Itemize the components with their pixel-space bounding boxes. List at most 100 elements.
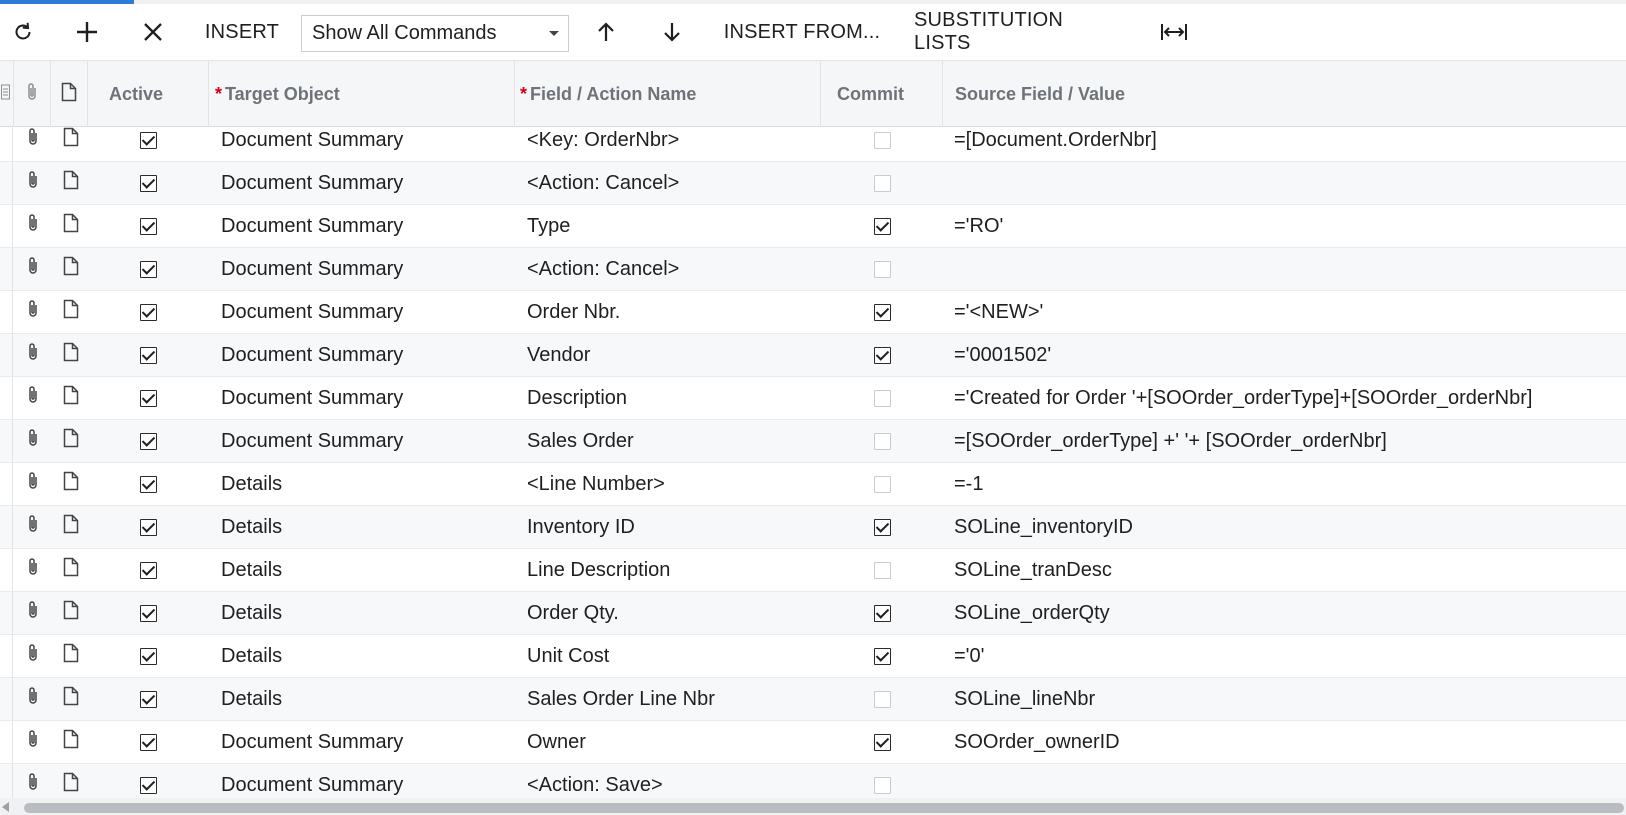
table-row[interactable]: Document Summary Owner SOOrder_ownerID	[0, 721, 1626, 764]
table-row[interactable]: Details Unit Cost ='0'	[0, 635, 1626, 678]
horizontal-scrollbar[interactable]	[0, 798, 1626, 815]
field-action-cell[interactable]: Inventory ID	[527, 506, 817, 548]
notes-column-header[interactable]	[51, 61, 87, 127]
source-value-cell[interactable]: SOLine_inventoryID	[954, 506, 1614, 548]
table-row[interactable]: Details Order Qty. SOLine_orderQty	[0, 592, 1626, 635]
attach-file-button[interactable]	[20, 334, 46, 376]
field-action-cell[interactable]: Owner	[527, 721, 817, 763]
field-action-cell[interactable]: <Action: Cancel>	[527, 162, 817, 204]
field-action-cell[interactable]: Order Nbr.	[527, 291, 817, 333]
source-value-cell[interactable]: SOLine_lineNbr	[954, 678, 1614, 720]
attach-file-button[interactable]	[20, 549, 46, 591]
target-object-cell[interactable]: Document Summary	[221, 162, 506, 204]
target-object-cell[interactable]: Document Summary	[221, 291, 506, 333]
attach-file-button[interactable]	[20, 377, 46, 419]
active-checkbox[interactable]	[138, 334, 158, 376]
attach-file-button[interactable]	[20, 678, 46, 720]
add-note-button[interactable]	[58, 127, 84, 161]
source-value-cell[interactable]: SOLine_orderQty	[954, 592, 1614, 634]
target-object-cell[interactable]: Details	[221, 635, 506, 677]
table-row[interactable]: Document Summary <Key: OrderNbr> =[Documen…	[0, 127, 1626, 162]
commit-checkbox[interactable]	[872, 764, 892, 798]
commit-checkbox[interactable]	[872, 162, 892, 204]
row-selector[interactable]	[0, 678, 13, 720]
add-note-button[interactable]	[58, 549, 84, 591]
field-action-cell[interactable]: <Action: Save>	[527, 764, 817, 798]
field-action-cell[interactable]: Sales Order	[527, 420, 817, 462]
row-selector[interactable]	[0, 764, 13, 798]
add-note-button[interactable]	[58, 678, 84, 720]
commit-checkbox[interactable]	[872, 463, 892, 505]
commit-checkbox[interactable]	[872, 248, 892, 290]
row-selector[interactable]	[0, 205, 13, 247]
refresh-button[interactable]	[6, 4, 40, 60]
row-selector[interactable]	[0, 248, 13, 290]
row-selector[interactable]	[0, 127, 13, 161]
source-value-cell[interactable]: =[Document.OrderNbr]	[954, 127, 1614, 161]
row-selector[interactable]	[0, 334, 13, 376]
add-note-button[interactable]	[58, 377, 84, 419]
field-action-cell[interactable]: Description	[527, 377, 817, 419]
active-checkbox[interactable]	[138, 420, 158, 462]
target-object-cell[interactable]: Document Summary	[221, 420, 506, 462]
commit-checkbox[interactable]	[872, 506, 892, 548]
add-note-button[interactable]	[58, 248, 84, 290]
row-selector[interactable]	[0, 463, 13, 505]
commit-checkbox[interactable]	[872, 205, 892, 247]
add-note-button[interactable]	[58, 721, 84, 763]
table-row[interactable]: Document Summary Sales Order =[SOOrder_ord…	[0, 420, 1626, 463]
attach-file-button[interactable]	[20, 764, 46, 798]
field-action-cell[interactable]: <Key: OrderNbr>	[527, 127, 817, 161]
move-down-button[interactable]	[656, 4, 688, 60]
source-value-cell[interactable]: =[SOOrder_orderType] +' '+ [SOOrder_orde…	[954, 420, 1614, 462]
attach-file-button[interactable]	[20, 721, 46, 763]
table-row[interactable]: Document Summary <Action: Save>	[0, 764, 1626, 798]
source-value-cell[interactable]: SOLine_tranDesc	[954, 549, 1614, 591]
add-note-button[interactable]	[58, 291, 84, 333]
commit-checkbox[interactable]	[872, 334, 892, 376]
add-note-button[interactable]	[58, 420, 84, 462]
add-row-button[interactable]	[70, 4, 104, 60]
table-row[interactable]: Document Summary Vendor ='0001502'	[0, 334, 1626, 377]
active-checkbox[interactable]	[138, 506, 158, 548]
attach-file-button[interactable]	[20, 635, 46, 677]
active-checkbox[interactable]	[138, 248, 158, 290]
field-action-column-header[interactable]: * Field / Action Name	[520, 61, 810, 127]
active-checkbox[interactable]	[138, 463, 158, 505]
target-object-cell[interactable]: Document Summary	[221, 721, 506, 763]
target-object-cell[interactable]: Details	[221, 592, 506, 634]
target-object-cell[interactable]: Details	[221, 506, 506, 548]
source-value-cell[interactable]: SOOrder_ownerID	[954, 721, 1614, 763]
row-selector[interactable]	[0, 506, 13, 548]
row-selector-header[interactable]	[0, 61, 12, 127]
table-row[interactable]: Document Summary Description ='Created for…	[0, 377, 1626, 420]
target-object-cell[interactable]: Document Summary	[221, 377, 506, 419]
field-action-cell[interactable]: <Line Number>	[527, 463, 817, 505]
source-value-cell[interactable]	[954, 764, 1614, 798]
target-object-cell[interactable]: Document Summary	[221, 205, 506, 247]
source-value-cell[interactable]: ='0'	[954, 635, 1614, 677]
commit-checkbox[interactable]	[872, 678, 892, 720]
add-note-button[interactable]	[58, 506, 84, 548]
attach-file-button[interactable]	[20, 162, 46, 204]
active-checkbox[interactable]	[138, 721, 158, 763]
fit-columns-button[interactable]	[1156, 4, 1192, 60]
attach-file-button[interactable]	[20, 205, 46, 247]
active-checkbox[interactable]	[138, 291, 158, 333]
commit-checkbox[interactable]	[872, 291, 892, 333]
move-up-button[interactable]	[590, 4, 622, 60]
attach-file-button[interactable]	[20, 463, 46, 505]
field-action-cell[interactable]: Sales Order Line Nbr	[527, 678, 817, 720]
table-row[interactable]: Details Line Description SOLine_tranDesc	[0, 549, 1626, 592]
commit-checkbox[interactable]	[872, 377, 892, 419]
active-checkbox[interactable]	[138, 162, 158, 204]
attach-file-button[interactable]	[20, 420, 46, 462]
active-checkbox[interactable]	[138, 678, 158, 720]
commands-select[interactable]: Show All Commands	[301, 15, 569, 52]
files-column-header[interactable]	[14, 61, 50, 127]
active-column-header[interactable]: Active	[109, 61, 207, 127]
row-selector[interactable]	[0, 420, 13, 462]
active-checkbox[interactable]	[138, 764, 158, 798]
field-action-cell[interactable]: Order Qty.	[527, 592, 817, 634]
insert-from-button[interactable]: INSERT FROM...	[722, 4, 882, 60]
